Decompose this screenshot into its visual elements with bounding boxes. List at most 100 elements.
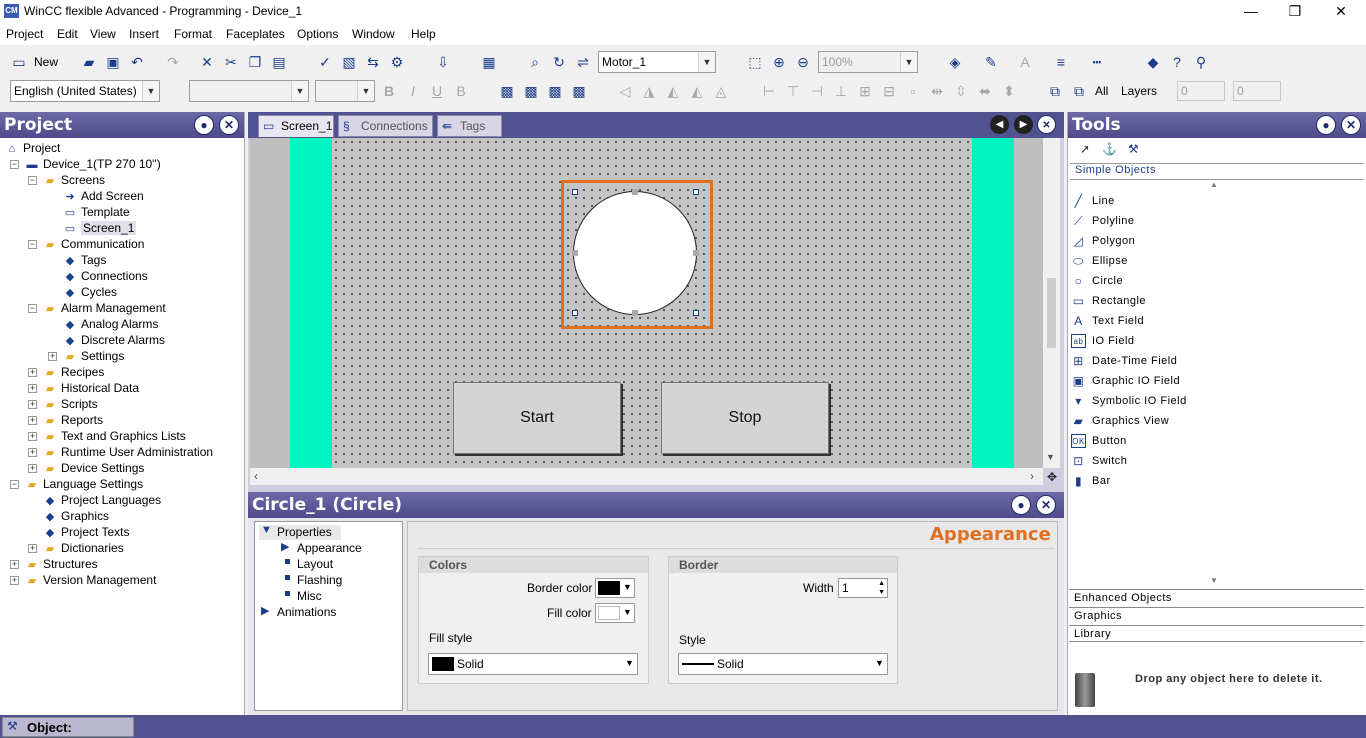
flip-h-icon[interactable]: ◮ bbox=[640, 82, 658, 100]
menu-help[interactable]: Help bbox=[411, 27, 436, 41]
compile-icon[interactable]: ▧ bbox=[340, 53, 358, 71]
tool-io-field[interactable]: ab IO Field bbox=[1071, 332, 1135, 350]
tree-item-version-management[interactable]: ▰ Version Management bbox=[24, 572, 157, 588]
tool-graphic-io-field[interactable]: ▣ Graphic IO Field bbox=[1071, 372, 1180, 390]
same-height-icon[interactable]: ⬍ bbox=[1000, 82, 1018, 100]
resize-handle[interactable] bbox=[693, 310, 699, 316]
tree-item-cycles[interactable]: ◆ Cycles bbox=[62, 284, 117, 300]
minimize-button[interactable]: — bbox=[1228, 0, 1274, 23]
pin-icon[interactable]: ● bbox=[1011, 495, 1031, 515]
expand-icon[interactable]: + bbox=[10, 560, 19, 569]
redo-icon[interactable]: ↷ bbox=[164, 53, 182, 71]
resize-handle[interactable] bbox=[632, 189, 638, 195]
tree-item-device-1-tp-270-10[interactable]: ▬ Device_1(TP 270 10'') bbox=[24, 156, 161, 172]
replace-icon[interactable]: ↻ bbox=[550, 53, 568, 71]
simple-objects-header[interactable]: Simple Objects bbox=[1070, 163, 1364, 180]
tree-item-settings[interactable]: ▰ Settings bbox=[62, 348, 125, 364]
spin-arrows-icon[interactable]: ▲ ▼ bbox=[878, 579, 885, 597]
line-color-icon[interactable]: ✎ bbox=[982, 53, 1000, 71]
library-icon[interactable]: ◆ bbox=[1144, 53, 1162, 71]
tree-item-alarm-management[interactable]: ▰ Alarm Management bbox=[42, 300, 166, 316]
scroll-thumb[interactable] bbox=[1047, 278, 1056, 348]
same-width-icon[interactable]: ⬌ bbox=[976, 82, 994, 100]
mirror-icon[interactable]: ◬ bbox=[712, 82, 730, 100]
prev-tab-icon[interactable]: ◀ bbox=[990, 115, 1009, 134]
tree-item-text-and-graphics-lists[interactable]: ▰ Text and Graphics Lists bbox=[42, 428, 186, 444]
close-icon[interactable]: ✕ bbox=[1341, 115, 1361, 135]
strikethrough-icon[interactable]: B bbox=[452, 82, 470, 100]
expand-icon[interactable]: ▶ bbox=[261, 604, 269, 617]
find-icon[interactable]: ⌕ bbox=[526, 53, 544, 71]
space-v-icon[interactable]: ⇳ bbox=[952, 82, 970, 100]
tree-item-screens[interactable]: ▰ Screens bbox=[42, 172, 105, 188]
resize-handle[interactable] bbox=[632, 310, 638, 316]
layers-icon[interactable]: ⧉ bbox=[1046, 82, 1064, 100]
rotate-left-icon[interactable]: ◁ bbox=[616, 82, 634, 100]
accordion-enhanced-objects[interactable]: Enhanced Objects bbox=[1069, 589, 1364, 606]
align-right-icon[interactable]: ⊣ bbox=[808, 82, 826, 100]
resize-handle[interactable] bbox=[572, 189, 578, 195]
tag-combo[interactable]: Motor_1 ▼ bbox=[598, 51, 716, 73]
expand-icon[interactable]: + bbox=[28, 384, 37, 393]
pin-icon[interactable]: ● bbox=[194, 115, 214, 135]
menu-faceplates[interactable]: Faceplates bbox=[226, 27, 285, 41]
tree-flashing[interactable]: Flashing bbox=[297, 573, 342, 587]
tree-item-project-texts[interactable]: ◆ Project Texts bbox=[42, 524, 130, 540]
accordion-graphics[interactable]: Graphics bbox=[1069, 607, 1364, 624]
font-color-icon[interactable]: A bbox=[1016, 53, 1034, 71]
resize-handle[interactable] bbox=[693, 250, 699, 256]
close-icon[interactable]: ✕ bbox=[1036, 495, 1056, 515]
tree-item-tags[interactable]: ◆ Tags bbox=[62, 252, 107, 268]
close-button[interactable]: ✕ bbox=[1318, 0, 1364, 23]
transfer-icon[interactable]: ⇆ bbox=[364, 53, 382, 71]
align-bottom-icon[interactable]: ⊟ bbox=[880, 82, 898, 100]
layers-button[interactable]: Layers bbox=[1121, 84, 1157, 98]
font-combo[interactable]: ▼ bbox=[189, 80, 309, 102]
tree-item-screen-1[interactable]: ▭ Screen_1 bbox=[62, 220, 137, 236]
close-editor-icon[interactable]: ✕ bbox=[1037, 115, 1056, 134]
scroll-right-icon[interactable]: › bbox=[1030, 469, 1034, 483]
collapse-icon[interactable]: − bbox=[10, 480, 19, 489]
pin-icon[interactable]: ● bbox=[1316, 115, 1336, 135]
expand-icon[interactable]: + bbox=[10, 576, 19, 585]
tab-tags[interactable]: ⇚ Tags bbox=[437, 115, 502, 137]
tree-properties[interactable]: Properties bbox=[277, 525, 332, 539]
move-icon[interactable]: ✥ bbox=[1045, 470, 1059, 484]
new-icon[interactable]: ▭ bbox=[10, 53, 28, 71]
menu-window[interactable]: Window bbox=[352, 27, 395, 41]
pointer-icon[interactable]: ➚ bbox=[1080, 142, 1090, 156]
tool-circle[interactable]: ○ Circle bbox=[1071, 272, 1123, 290]
resize-handle[interactable] bbox=[572, 310, 578, 316]
tree-misc[interactable]: Misc bbox=[297, 589, 322, 603]
same-size-icon[interactable]: ▫ bbox=[904, 82, 922, 100]
tree-item-scripts[interactable]: ▰ Scripts bbox=[42, 396, 98, 412]
bring-front-icon[interactable]: ▩ bbox=[498, 82, 516, 100]
tree-item-language-settings[interactable]: ▰ Language Settings bbox=[24, 476, 143, 492]
layer-from-spinner[interactable]: 0 bbox=[1177, 81, 1225, 101]
scroll-down-icon[interactable]: ▼ bbox=[1210, 576, 1218, 585]
copy-icon[interactable]: ❐ bbox=[246, 53, 264, 71]
expand-icon[interactable]: + bbox=[28, 368, 37, 377]
menu-view[interactable]: View bbox=[90, 27, 116, 41]
scroll-left-icon[interactable]: ‹ bbox=[254, 469, 258, 483]
tree-item-analog-alarms[interactable]: ◆ Analog Alarms bbox=[62, 316, 159, 332]
tree-item-dictionaries[interactable]: ▰ Dictionaries bbox=[42, 540, 124, 556]
tool-switch[interactable]: ⊡ Switch bbox=[1071, 452, 1127, 470]
collapse-icon[interactable]: − bbox=[10, 160, 19, 169]
tree-animations[interactable]: Animations bbox=[277, 605, 336, 619]
tree-item-discrete-alarms[interactable]: ◆ Discrete Alarms bbox=[62, 332, 165, 348]
open-icon[interactable]: ▰ bbox=[80, 53, 98, 71]
align-top-icon[interactable]: ⊥ bbox=[832, 82, 850, 100]
language-combo[interactable]: English (United States) ▼ bbox=[10, 80, 160, 102]
next-tab-icon[interactable]: ▶ bbox=[1014, 115, 1033, 134]
tool-graphics-view[interactable]: ▰ Graphics View bbox=[1071, 412, 1169, 430]
space-h-icon[interactable]: ⇹ bbox=[928, 82, 946, 100]
menu-edit[interactable]: Edit bbox=[57, 27, 78, 41]
close-icon[interactable]: ✕ bbox=[219, 115, 239, 135]
zoom-out-icon[interactable]: ⊖ bbox=[794, 53, 812, 71]
tree-item-reports[interactable]: ▰ Reports bbox=[42, 412, 103, 428]
resize-handle[interactable] bbox=[572, 250, 578, 256]
new-button[interactable]: New bbox=[34, 55, 58, 69]
tool-text-field[interactable]: A Text Field bbox=[1071, 312, 1144, 330]
horizontal-scrollbar[interactable]: ‹ › bbox=[250, 468, 1043, 485]
